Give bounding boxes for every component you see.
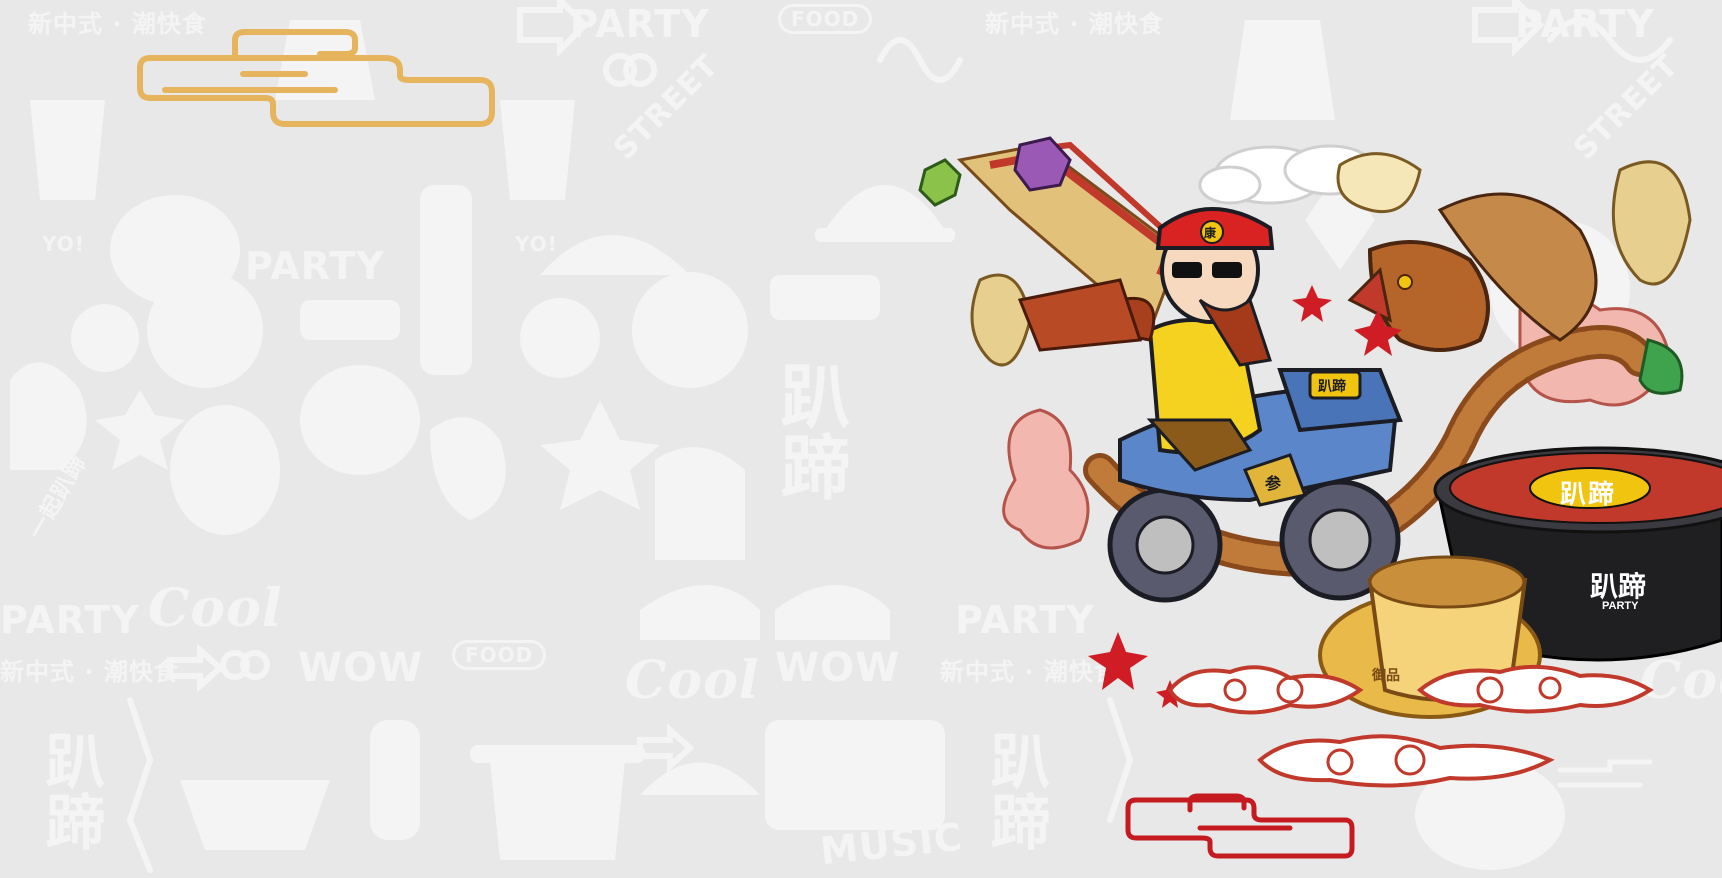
- bowl-icon: [180, 780, 330, 850]
- chicken-icon: [775, 585, 890, 640]
- hat-badge-label: 康: [1204, 226, 1217, 240]
- pattern-wow: WOW: [775, 645, 901, 691]
- pattern-slogan: 新中式 · 潮快食: [985, 10, 1164, 38]
- pattern-brand: 趴蹄: [980, 730, 1050, 852]
- cloche-icon: [825, 185, 945, 230]
- cloche-base-icon: [815, 228, 955, 242]
- squiggle-icon: [877, 37, 963, 83]
- pattern-brand: 趴蹄: [35, 730, 105, 852]
- ring-icon: [220, 650, 250, 680]
- pattern-party: PARTY: [1515, 2, 1655, 46]
- pattern-together: 一起趴蹄: [24, 451, 93, 544]
- thumbs-up-icon: [370, 720, 420, 840]
- bowl-brand-label: 趴蹄: [1590, 571, 1647, 602]
- bomb-icon: [71, 304, 139, 372]
- pattern-doodles: [10, 0, 1673, 873]
- pepper-icon: [430, 417, 506, 520]
- sneaker-icon: [300, 300, 400, 340]
- cup-label: 御品: [1372, 667, 1400, 683]
- basketball-icon: [147, 272, 263, 388]
- money-bag-icon: [655, 447, 745, 560]
- pattern-yo: YO!: [42, 232, 85, 256]
- pattern-party: PARTY: [955, 598, 1095, 642]
- basketball-icon: [632, 272, 748, 388]
- pattern-cool: Cool: [148, 578, 283, 639]
- pattern-food: FOOD: [452, 640, 547, 670]
- pattern-brand: 趴蹄: [769, 360, 851, 502]
- ring-icon: [240, 650, 270, 680]
- cloche-icon: [1415, 760, 1565, 870]
- sneaker-icon: [770, 275, 880, 320]
- pattern-food: FOOD: [778, 4, 873, 34]
- chicken-icon: [640, 585, 760, 640]
- pattern-cool: Cool: [625, 650, 760, 711]
- pattern-slogan: 新中式 · 潮快食: [0, 658, 179, 686]
- pattern-street: STREET: [1567, 48, 1686, 167]
- ring-icon: [623, 53, 657, 87]
- bowl-sub-label: PARTY: [1602, 600, 1639, 612]
- pig-icon: [300, 365, 420, 475]
- ring-icon: [603, 53, 637, 87]
- basketball-icon: [1490, 220, 1630, 360]
- pattern-cool: Cool: [1640, 650, 1722, 711]
- pattern-music: MUSIC: [818, 814, 965, 874]
- radio-icon: [765, 720, 945, 830]
- fender-mark-label: 参: [1265, 476, 1282, 493]
- pattern-wow: WOW: [298, 645, 424, 691]
- bowl-lid-label: 趴蹄: [1560, 479, 1617, 509]
- chain-icon: [1107, 697, 1134, 823]
- diamond-icon: [1305, 170, 1375, 270]
- pig-icon: [110, 195, 240, 305]
- bomb-icon: [520, 298, 600, 378]
- spray-can-icon: [420, 185, 472, 375]
- pattern-party: PARTY: [570, 2, 710, 46]
- jar-icon: [170, 405, 280, 535]
- arrow-icon: [637, 723, 695, 773]
- pattern-yo: YO!: [515, 232, 558, 256]
- pattern-slogan: 新中式 · 潮快食: [28, 10, 207, 38]
- star-icon: [95, 390, 185, 470]
- star-icon: [540, 400, 660, 510]
- pattern-party: PARTY: [245, 244, 385, 288]
- pattern-slogan: 新中式 · 潮快食: [940, 658, 1119, 686]
- bike-plate-label: 趴蹄: [1318, 378, 1346, 394]
- background-pattern: 新中式 · 潮快食 新中式 · 潮快食 新中式 · 潮快食 新中式 · 潮快食 …: [0, 0, 1722, 878]
- jar-icon: [275, 20, 375, 100]
- cap-icon: [540, 235, 690, 275]
- pattern-party: PARTY: [0, 598, 140, 642]
- cup-icon: [500, 100, 575, 200]
- jar-icon: [1230, 20, 1335, 120]
- chain-icon: [126, 697, 154, 873]
- pattern-street: STREET: [607, 48, 726, 167]
- cloche-icon: [640, 762, 760, 795]
- pot-lid-icon: [470, 745, 645, 763]
- pot-icon: [490, 760, 625, 860]
- poster-canvas: 新中式 · 潮快食 新中式 · 潮快食 新中式 · 潮快食 新中式 · 潮快食 …: [0, 0, 1722, 878]
- cup-icon: [30, 100, 105, 200]
